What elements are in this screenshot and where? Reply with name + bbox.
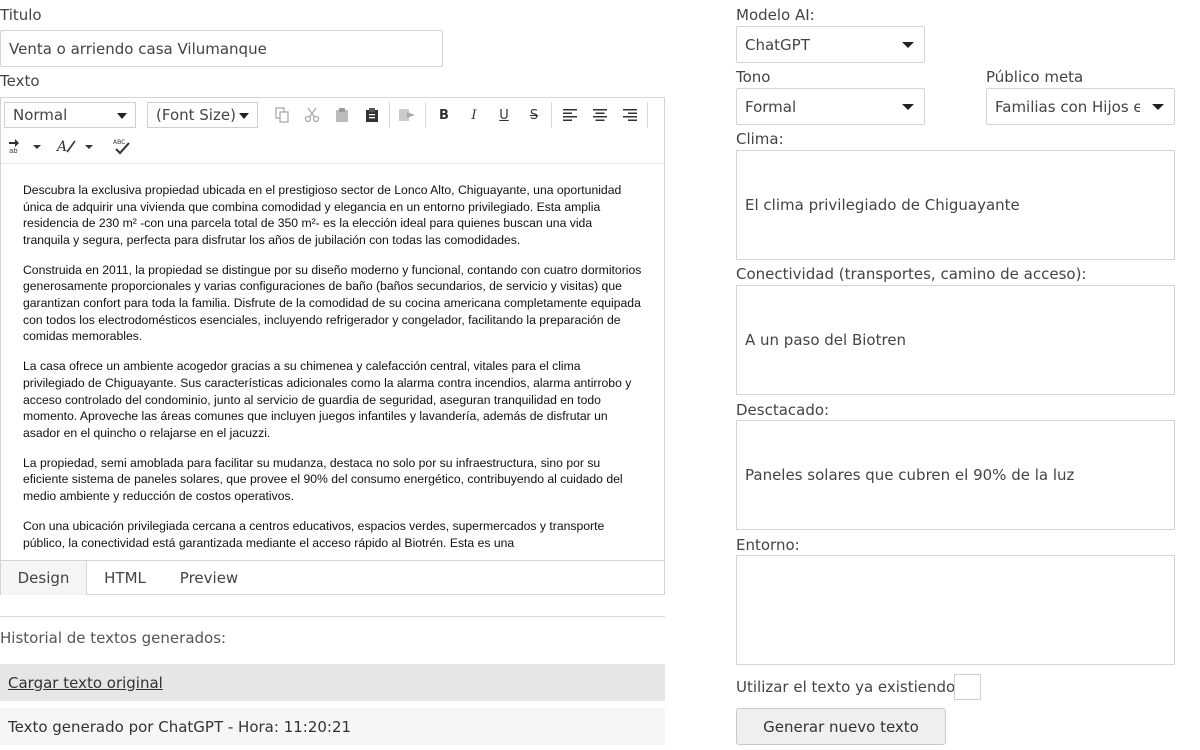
svg-text:A: A	[55, 139, 67, 154]
tab-html[interactable]: HTML	[87, 561, 163, 595]
generate-button[interactable]: Generar nuevo texto	[736, 708, 946, 745]
chevron-down-icon	[117, 113, 127, 119]
environment-textarea[interactable]	[736, 555, 1175, 665]
chevron-down-icon	[239, 113, 249, 119]
strikethrough-button[interactable]: S	[523, 104, 545, 126]
connectivity-textarea[interactable]: A un paso del Biotren	[736, 285, 1175, 395]
chevron-down-icon	[902, 41, 914, 48]
history-label: Historial de textos generados:	[0, 629, 227, 647]
editor-paragraph: La propiedad, semi amoblada para facilit…	[23, 455, 623, 503]
climate-textarea[interactable]: El clima privilegiado de Chiguayante	[736, 150, 1175, 260]
underline-button[interactable]: U	[493, 104, 515, 126]
highlight-textarea[interactable]: Paneles solares que cubren el 90% de la …	[736, 420, 1175, 530]
editor-paragraph: La casa ofrece un ambiente acogedor grac…	[23, 359, 632, 440]
history-item-original[interactable]: Cargar texto original	[0, 664, 665, 701]
align-center-icon[interactable]	[589, 104, 611, 126]
audience-select[interactable]: Familias con Hijos e	[986, 88, 1175, 125]
audience-label: Público meta	[986, 68, 1084, 86]
font-size-select[interactable]: (Font Size)	[147, 102, 258, 128]
spellcheck-dropdown[interactable]: A	[53, 135, 97, 157]
divider	[0, 616, 665, 617]
align-left-icon[interactable]	[559, 104, 581, 126]
paste-word-icon[interactable]	[396, 104, 418, 126]
chevron-down-icon	[1152, 103, 1164, 110]
rich-text-editor: Normal (Font Size) B I U S ab A ABC Desc…	[0, 97, 665, 595]
bold-button[interactable]: B	[433, 104, 455, 126]
chevron-down-icon	[902, 103, 914, 110]
model-select-value: ChatGPT	[745, 35, 810, 54]
toolbar-divider	[425, 102, 426, 128]
format-select[interactable]: Normal	[4, 102, 136, 128]
italic-button[interactable]: I	[463, 104, 485, 126]
copy-icon[interactable]	[271, 104, 293, 126]
paste-icon[interactable]	[331, 104, 353, 126]
svg-text:ABC: ABC	[113, 139, 125, 146]
paste-text-icon[interactable]	[361, 104, 383, 126]
use-existing-checkbox[interactable]	[954, 674, 981, 700]
climate-label: Clima:	[736, 130, 784, 148]
model-label: Modelo AI:	[736, 6, 815, 24]
use-existing-label: Utilizar el texto ya existiendo:	[736, 678, 961, 696]
text-direction-dropdown[interactable]: ab	[5, 135, 45, 157]
load-original-link[interactable]: Cargar texto original	[8, 674, 163, 692]
history-item-label: Texto generado por ChatGPT - Hora: 11:20…	[8, 717, 352, 736]
toolbar-divider	[551, 102, 552, 128]
editor-paragraph: Con una ubicación privilegiada cercana a…	[23, 519, 605, 550]
title-input[interactable]: Venta o arriendo casa Vilumanque	[0, 30, 443, 67]
highlight-label: Desctacado:	[736, 401, 830, 419]
toolbar-divider	[647, 102, 648, 128]
editor-paragraph: Construida en 2011, la propiedad se dist…	[23, 262, 642, 344]
cut-icon[interactable]	[301, 104, 323, 126]
tab-design[interactable]: Design	[1, 561, 87, 595]
editor-content[interactable]: Descubra la exclusiva propiedad ubicada …	[1, 164, 664, 560]
editor-toolbar: Normal (Font Size) B I U S ab A ABC	[1, 98, 664, 164]
text-label: Texto	[0, 72, 40, 90]
font-size-select-value: (Font Size)	[156, 106, 236, 124]
tone-select[interactable]: Formal	[736, 88, 925, 125]
align-right-icon[interactable]	[619, 104, 641, 126]
environment-label: Entorno:	[736, 536, 800, 554]
editor-tabs: Design HTML Preview	[1, 560, 664, 595]
spellcheck-icon[interactable]: ABC	[111, 135, 133, 157]
history-item-generated[interactable]: Texto generado por ChatGPT - Hora: 11:20…	[0, 708, 665, 745]
format-select-value: Normal	[13, 106, 68, 124]
connectivity-label: Conectividad (transportes, camino de acc…	[736, 265, 1087, 283]
model-select[interactable]: ChatGPT	[736, 26, 925, 63]
tone-label: Tono	[736, 68, 771, 86]
title-label: Titulo	[0, 6, 42, 24]
tab-preview[interactable]: Preview	[163, 561, 255, 595]
tone-select-value: Formal	[745, 97, 797, 116]
editor-paragraph: Descubra la exclusiva propiedad ubicada …	[23, 183, 622, 247]
svg-text:ab: ab	[9, 147, 18, 154]
toolbar-divider	[389, 102, 390, 128]
audience-select-value: Familias con Hijos e	[995, 97, 1140, 116]
